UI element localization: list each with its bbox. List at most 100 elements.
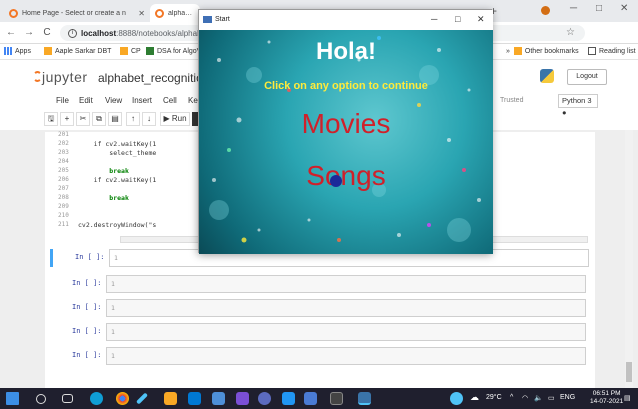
trusted-indicator[interactable]: Trusted bbox=[500, 97, 523, 104]
line-number: 211 bbox=[58, 221, 69, 228]
code-line: break bbox=[78, 194, 129, 202]
bookmark-other[interactable]: » Other bookmarks bbox=[506, 47, 579, 55]
cell-prompt: In [ ]: bbox=[72, 303, 102, 311]
tab-home-page[interactable]: Home Page - Select or create a n ✕ bbox=[4, 4, 150, 22]
tab-alphabet-recognition[interactable]: alphabet_recognitio bbox=[150, 4, 200, 22]
minimize-icon[interactable]: ─ bbox=[431, 14, 437, 24]
taskbar: ☁ 29°C ^ ◠ 🔈 ▭ ENG 06:51 PM 14-07-2021 ▤ bbox=[0, 388, 638, 409]
bookmark-reading-list[interactable]: Reading list bbox=[588, 47, 636, 55]
tab-label: Home Page - Select or create a n bbox=[22, 9, 126, 17]
jupyter-logo-text[interactable]: jupyter bbox=[42, 69, 88, 85]
code-line: if cv2.waitKey(1 bbox=[78, 176, 157, 184]
search-icon[interactable] bbox=[36, 394, 46, 404]
reload-icon[interactable]: C bbox=[40, 27, 54, 38]
profile-icon[interactable] bbox=[541, 6, 550, 15]
line-number: 204 bbox=[58, 158, 69, 165]
python-icon[interactable] bbox=[358, 392, 371, 405]
clock[interactable]: 06:51 PM 14-07-2021 bbox=[590, 390, 623, 406]
insert-cell-icon[interactable]: + bbox=[60, 112, 74, 126]
move-up-icon[interactable]: ↑ bbox=[126, 112, 140, 126]
logout-button[interactable]: Logout bbox=[567, 69, 607, 85]
cell-input[interactable]: 1 bbox=[106, 347, 586, 365]
cell-prompt: In [ ]: bbox=[72, 351, 102, 359]
vscode-icon[interactable] bbox=[282, 392, 295, 405]
maximize-icon[interactable]: □ bbox=[455, 14, 460, 24]
volume-icon[interactable]: 🔈 bbox=[534, 394, 543, 402]
code-cell[interactable]: In [ ]: 1 bbox=[50, 275, 588, 293]
cell-input[interactable]: 1 bbox=[106, 323, 586, 341]
scrollbar-thumb[interactable] bbox=[626, 362, 632, 382]
menu-view[interactable]: View bbox=[105, 96, 122, 105]
kernel-name: Python 3 bbox=[562, 96, 592, 105]
maximize-icon[interactable]: □ bbox=[596, 3, 602, 14]
line-number: 210 bbox=[58, 212, 69, 219]
jupyter-logo-icon[interactable] bbox=[33, 71, 42, 82]
menu-edit[interactable]: Edit bbox=[79, 96, 93, 105]
code-cell[interactable]: In [ ]: 1 bbox=[50, 299, 588, 317]
run-button[interactable]: ▶ Run bbox=[160, 112, 190, 126]
cut-icon[interactable]: ✂ bbox=[76, 112, 90, 126]
weather-temp[interactable]: 29°C bbox=[486, 394, 502, 401]
star-icon[interactable]: ☆ bbox=[566, 27, 575, 38]
language-indicator[interactable]: ENG bbox=[560, 394, 575, 401]
python-logo-icon bbox=[540, 69, 554, 83]
dialog-heading: Hola! bbox=[316, 38, 376, 65]
pen-icon[interactable] bbox=[135, 392, 149, 405]
play-icon: ▶ bbox=[163, 114, 170, 123]
notebook-name[interactable]: alphabet_recognition bbox=[98, 71, 209, 85]
code-cell[interactable]: In [ ]: 1 bbox=[50, 323, 588, 341]
copy-icon[interactable]: ⧉ bbox=[92, 112, 106, 126]
vertical-scrollbar[interactable] bbox=[625, 130, 633, 388]
code-cell[interactable]: In [ ]: 1 bbox=[50, 347, 588, 365]
cell-input[interactable]: 1 bbox=[106, 299, 586, 317]
close-icon[interactable]: ✕ bbox=[477, 14, 485, 25]
close-window-icon[interactable]: ✕ bbox=[620, 3, 628, 14]
notification-icon[interactable]: ▤ bbox=[624, 394, 631, 402]
task-view-icon[interactable] bbox=[62, 394, 73, 403]
start-dialog: Start ─ □ ✕ Hola! Click on any option to… bbox=[198, 9, 493, 254]
file-explorer-icon[interactable] bbox=[164, 392, 177, 405]
menu-kernel[interactable]: Ke bbox=[188, 96, 198, 105]
battery-icon[interactable]: ▭ bbox=[548, 394, 555, 402]
option-movies[interactable]: Movies bbox=[199, 108, 493, 140]
minimize-icon[interactable]: ─ bbox=[570, 3, 577, 14]
store-icon[interactable] bbox=[188, 392, 201, 405]
photos-icon[interactable] bbox=[212, 392, 225, 405]
cell-prompt: In [ ]: bbox=[72, 279, 102, 287]
dialog-title-bar[interactable]: Start ─ □ ✕ bbox=[199, 10, 493, 30]
line-number: 203 bbox=[58, 149, 69, 156]
info-icon[interactable]: i bbox=[68, 28, 77, 38]
discord-icon[interactable] bbox=[258, 392, 271, 405]
cell-prompt: In [ ]: bbox=[75, 253, 105, 261]
help-icon[interactable] bbox=[450, 392, 463, 405]
menu-insert[interactable]: Insert bbox=[132, 96, 152, 105]
option-songs[interactable]: Songs bbox=[199, 160, 493, 192]
app-icon[interactable] bbox=[236, 392, 249, 405]
dialog-canvas[interactable]: Hola! Click on any option to continue Mo… bbox=[199, 30, 493, 254]
jupyter-favicon-icon bbox=[155, 8, 164, 18]
menu-cell[interactable]: Cell bbox=[163, 96, 177, 105]
tray-chevron-icon[interactable]: ^ bbox=[510, 394, 513, 401]
move-down-icon[interactable]: ↓ bbox=[142, 112, 156, 126]
bookmark-apps[interactable]: Apps bbox=[4, 47, 31, 55]
forward-icon[interactable]: → bbox=[22, 27, 36, 38]
cell-input[interactable]: 1 bbox=[106, 275, 586, 293]
paste-icon[interactable]: ▤ bbox=[108, 112, 122, 126]
chrome-icon[interactable] bbox=[116, 392, 129, 405]
menu-file[interactable]: File bbox=[56, 96, 69, 105]
teams-icon[interactable] bbox=[304, 392, 317, 405]
code-line: if cv2.waitKey(1 bbox=[78, 140, 157, 148]
network-icon[interactable]: ◠ bbox=[522, 394, 528, 402]
terminal-icon[interactable] bbox=[330, 392, 343, 405]
back-icon[interactable]: ← bbox=[4, 27, 18, 38]
line-number: 205 bbox=[58, 167, 69, 174]
apps-grid-icon bbox=[4, 47, 12, 55]
line-number: 201 bbox=[58, 131, 69, 138]
edge-icon[interactable] bbox=[90, 392, 103, 405]
close-icon[interactable]: ✕ bbox=[138, 9, 145, 18]
bookmark-cp[interactable]: CP bbox=[120, 47, 141, 55]
weather-icon: ☁ bbox=[470, 392, 479, 402]
windows-start-icon[interactable] bbox=[6, 392, 19, 405]
bookmark-aaple-sarkar[interactable]: Aaple Sarkar DBT bbox=[44, 47, 111, 55]
save-icon[interactable]: 🖫 bbox=[44, 112, 58, 126]
